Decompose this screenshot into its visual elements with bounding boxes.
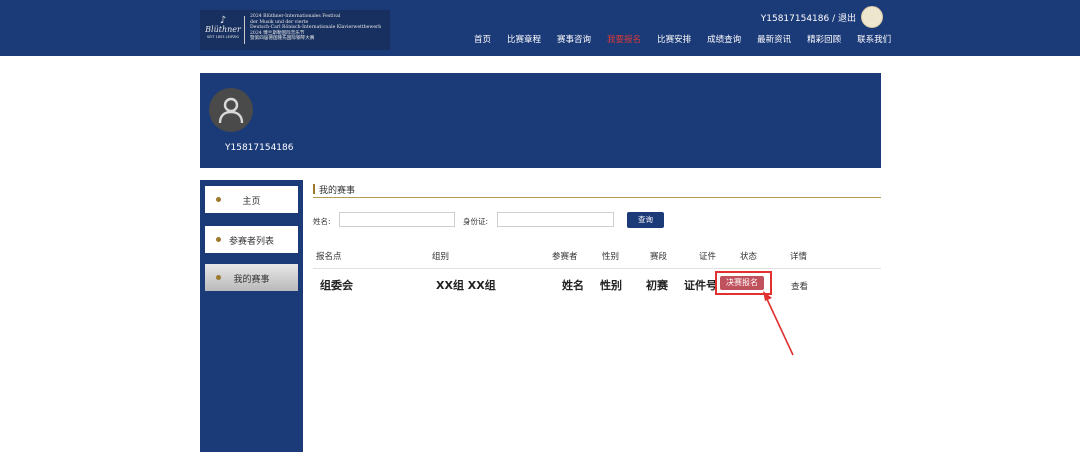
top-navbar: ♪ Blüthner SEIT 1853 LEIPZIG 2024 Blüthn… xyxy=(0,0,1080,56)
id-label: 身份证: xyxy=(463,217,489,226)
profile-banner: Y15817154186 xyxy=(200,73,881,168)
cell-group: XX组 XX组 xyxy=(436,279,496,292)
nav-schedule[interactable]: 比赛安排 xyxy=(657,33,691,45)
col-header-group: 组别 xyxy=(432,252,450,262)
section-header: 我的赛事 xyxy=(313,183,881,198)
profile-username: Y15817154186 xyxy=(225,143,294,153)
cell-gender: 性别 xyxy=(600,279,622,292)
name-label: 姓名: xyxy=(313,217,331,226)
logo-sub: SEIT 1853 LEIPZIG xyxy=(206,35,240,39)
cell-site: 组委会 xyxy=(320,279,353,292)
sidebar-item-home[interactable]: 主页 xyxy=(205,186,298,213)
col-header-cert: 证件 xyxy=(699,252,717,262)
main-nav: 首页 比赛章程 赛事咨询 我要报名 比赛安排 成绩查询 最新资讯 精彩回顾 联系… xyxy=(474,33,907,45)
logo-text: 2024 Blüthner-Internationales Festival d… xyxy=(250,14,390,42)
sidebar-item-label: 主页 xyxy=(242,197,261,207)
cell-name: 姓名 xyxy=(562,279,584,292)
festival-logo[interactable]: ♪ Blüthner SEIT 1853 LEIPZIG 2024 Blüthn… xyxy=(200,10,390,50)
nav-rules[interactable]: 比赛章程 xyxy=(507,33,541,45)
cell-stage: 初赛 xyxy=(646,279,668,292)
query-button[interactable]: 查询 xyxy=(627,212,664,228)
section-title: 我的赛事 xyxy=(319,186,356,196)
sidebar-item-label: 我的赛事 xyxy=(233,275,270,285)
section-marker xyxy=(313,184,315,194)
nav-register[interactable]: 我要报名 xyxy=(607,33,641,45)
id-input[interactable] xyxy=(497,212,614,227)
nav-contact[interactable]: 联系我们 xyxy=(857,33,891,45)
col-header-gender: 性别 xyxy=(602,252,620,262)
logo-brand: Blüthner xyxy=(205,25,241,34)
nav-inquiry[interactable]: 赛事咨询 xyxy=(557,33,591,45)
user-icon xyxy=(218,97,244,124)
annotation-arrow-icon xyxy=(763,291,794,356)
col-header-site: 报名点 xyxy=(316,252,342,262)
user-logout-link[interactable]: Y15817154186 / 退出 xyxy=(761,11,856,24)
sidebar-item-my-events[interactable]: 我的赛事 xyxy=(205,264,298,291)
sidebar-item-participants[interactable]: 参赛者列表 xyxy=(205,226,298,253)
logo-line: 暨第四届德国隆氏国际钢琴大赛 xyxy=(250,36,315,42)
nav-news[interactable]: 最新资讯 xyxy=(757,33,791,45)
logo-line: Deutsch-Carl Rönisch-Internationale Klav… xyxy=(250,25,382,31)
cell-cert: 证件号 xyxy=(684,279,717,292)
bluthner-logo-mark: ♪ Blüthner SEIT 1853 LEIPZIG xyxy=(204,16,242,46)
col-header-participant: 参赛者 xyxy=(552,252,578,262)
nav-review[interactable]: 精彩回顾 xyxy=(807,33,841,45)
sidebar-item-label: 参赛者列表 xyxy=(228,237,274,247)
nav-home[interactable]: 首页 xyxy=(474,33,491,45)
profile-avatar xyxy=(209,88,253,132)
table-divider xyxy=(313,268,881,269)
sidebar: 主页 参赛者列表 我的赛事 xyxy=(200,180,303,452)
user-avatar-icon[interactable] xyxy=(861,6,883,28)
nav-results[interactable]: 成绩查询 xyxy=(707,33,741,45)
col-header-stage: 赛段 xyxy=(650,252,668,262)
col-header-status: 状态 xyxy=(740,252,758,262)
logo-divider xyxy=(244,16,245,44)
col-header-detail: 详情 xyxy=(790,252,808,262)
name-input[interactable] xyxy=(339,212,455,227)
